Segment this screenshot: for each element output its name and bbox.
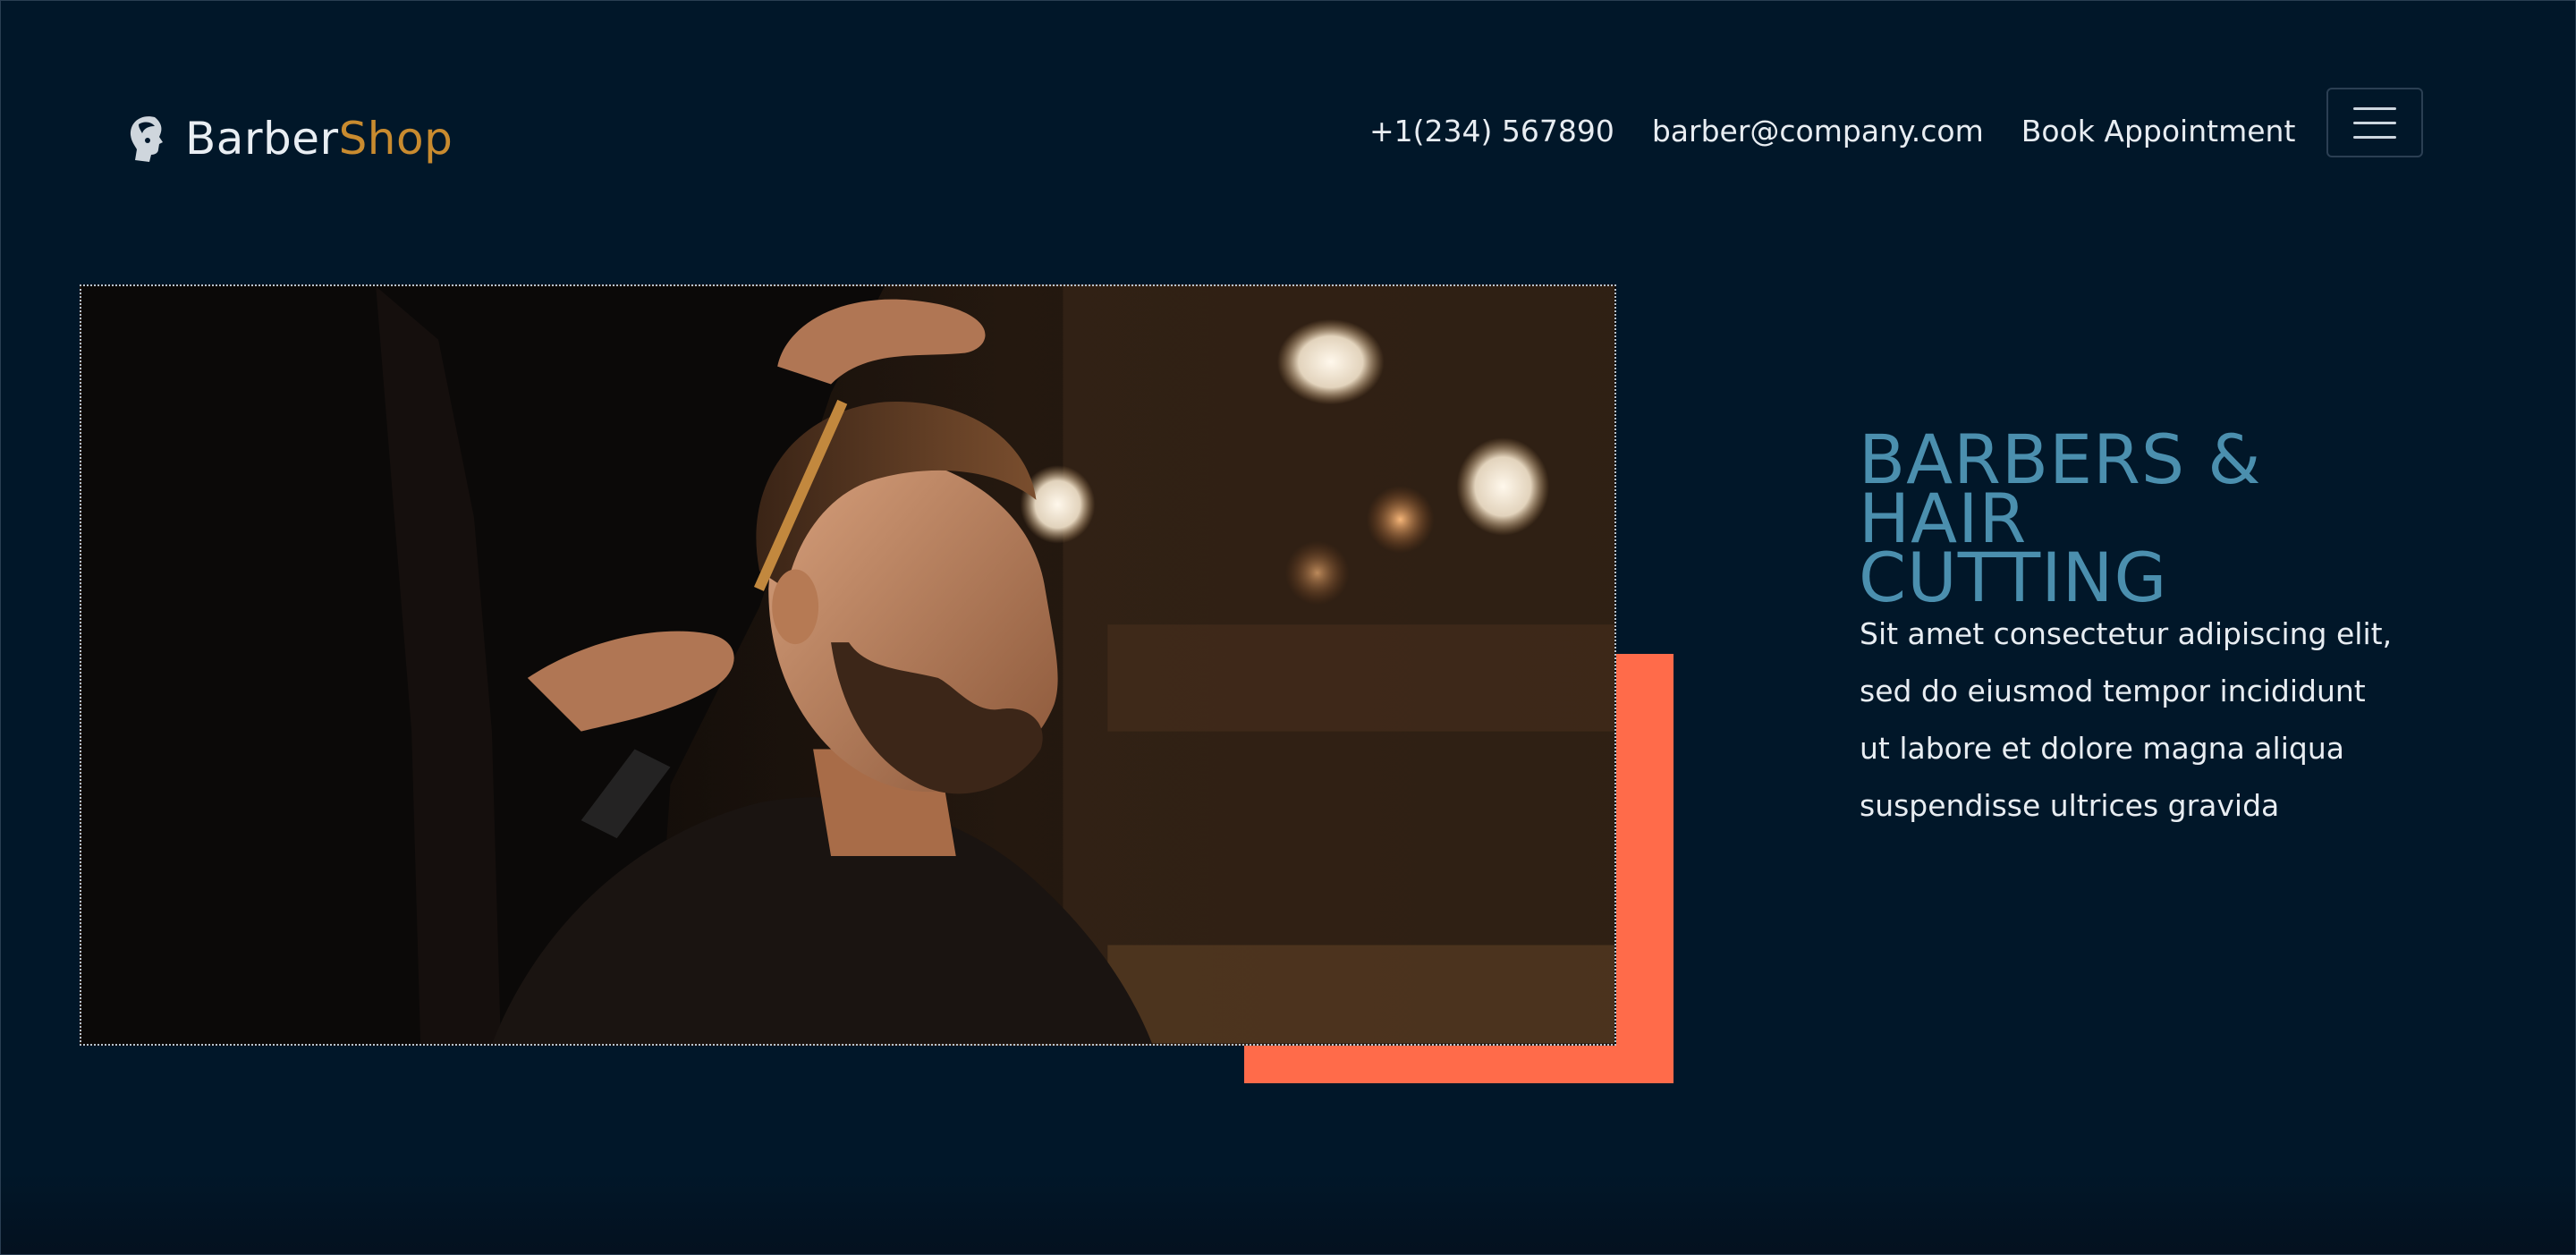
hero-headline: BARBERS & HAIR CUTTING [1859, 426, 2395, 617]
hero-image [80, 284, 1616, 1046]
book-appointment-link[interactable]: Book Appointment [2021, 114, 2296, 148]
hamburger-menu-icon-line [2353, 135, 2396, 139]
page: BarberShop +1(234) 567890 barber@company… [0, 0, 2576, 1255]
top-nav: +1(234) 567890 barber@company.com Book A… [1369, 108, 2333, 153]
barber-head-icon [130, 116, 163, 162]
hamburger-menu-icon-line [2353, 121, 2396, 124]
brand-logo[interactable]: BarberShop [128, 112, 453, 165]
hamburger-menu-icon-line [2353, 106, 2396, 110]
email-link[interactable]: barber@company.com [1652, 114, 1984, 148]
brand-name-part1: Barber [185, 113, 339, 165]
phone-link[interactable]: +1(234) 567890 [1369, 114, 1614, 148]
barber-cutting-hair-photo [81, 286, 1614, 1044]
hero-description: Sit amet consectetur adipiscing elit, se… [1860, 616, 2393, 823]
hamburger-menu-button[interactable] [2326, 88, 2423, 157]
brand-name-part2: Shop [338, 113, 453, 165]
brand-name: BarberShop [185, 113, 453, 165]
headline-line-3: CUTTING [1859, 538, 2168, 617]
bottom-shadow [1, 1174, 2575, 1254]
